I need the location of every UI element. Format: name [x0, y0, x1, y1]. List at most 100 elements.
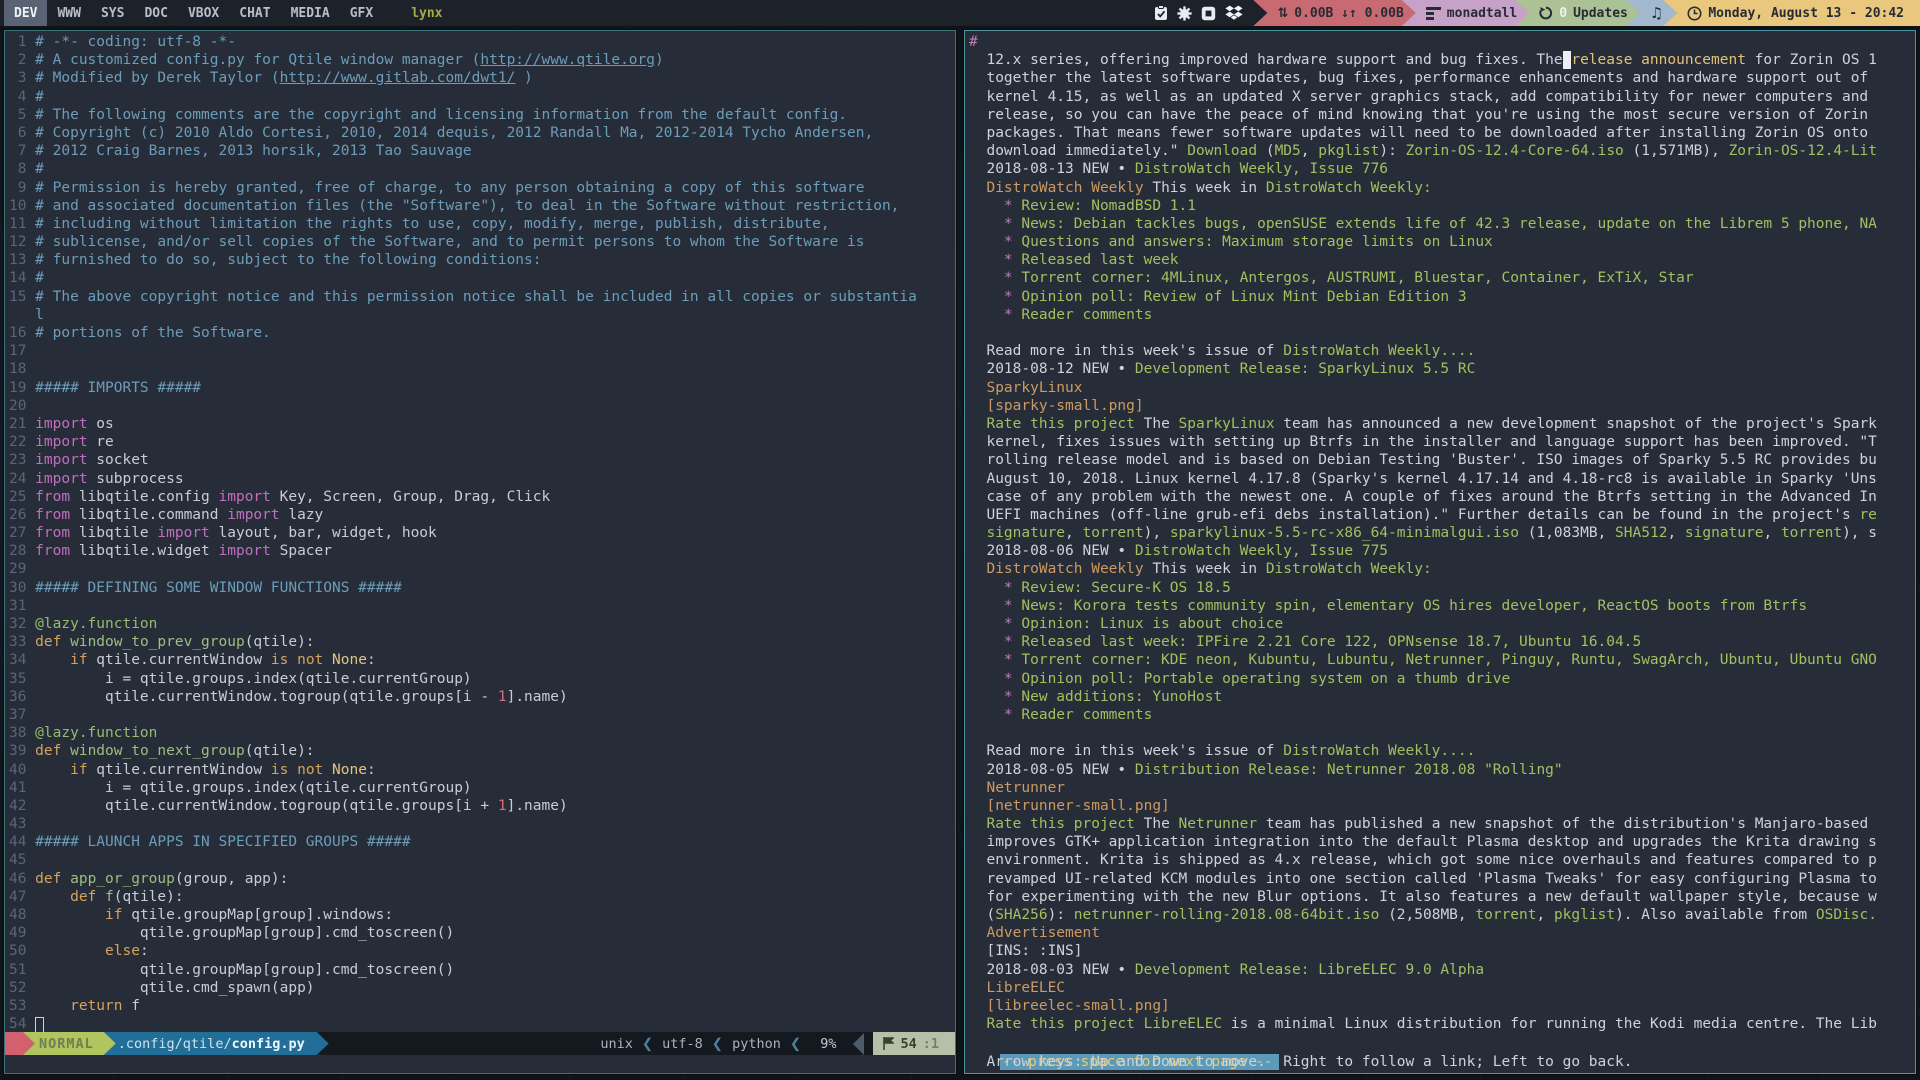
workspace-gfx[interactable]: GFX	[340, 0, 383, 26]
browser-link[interactable]: re	[1859, 507, 1876, 523]
browser-link[interactable]: Rate this project	[969, 416, 1135, 432]
browser-text: [netrunner-small.png]	[969, 798, 1170, 814]
browser-link[interactable]: Development Release: LibreELEC 9.0 Alpha	[1135, 962, 1484, 978]
browser-link[interactable]: DistroWatch Weekly, Issue 775	[1135, 543, 1388, 559]
browser-link[interactable]: Released last week	[1013, 252, 1179, 268]
line-number: 30	[9, 579, 26, 597]
workspace-doc[interactable]: DOC	[134, 0, 177, 26]
browser-link[interactable]: Questions and answers: Maximum storage l…	[1013, 234, 1493, 250]
browser-text: *	[1004, 216, 1013, 232]
browser-selected-link[interactable]: release announcement	[1571, 52, 1746, 68]
vim-window[interactable]: 1# -*- coding: utf-8 -*-2# A customized …	[4, 30, 956, 1074]
browser-link[interactable]: Netrunner	[1179, 816, 1258, 832]
screenshot-icon[interactable]	[1201, 6, 1216, 21]
browser-link[interactable]: New additions: YunoHost	[1013, 689, 1223, 705]
browser-link[interactable]: LibreELEC	[1144, 1016, 1223, 1032]
code-token: ].name)	[507, 798, 568, 814]
workspace-dev[interactable]: DEV	[4, 0, 47, 26]
code-line: 36 qtile.currentWindow.togroup(qtile.gro…	[5, 688, 955, 706]
code-token: from	[35, 489, 70, 505]
browser-link[interactable]: torrent	[1781, 525, 1842, 541]
browser-link[interactable]: Zorin-OS-12.4-Lit	[1729, 143, 1877, 159]
browser-link[interactable]: DistroWatch Weekly....	[1283, 343, 1475, 359]
browser-link[interactable]: DistroWatch Weekly, Issue 776	[1135, 161, 1388, 177]
browser-link[interactable]: torrent	[1475, 907, 1536, 923]
qtile-bar: DEVWWWSYSDOCVBOXCHATMEDIAGFX lynx ⇅ 0.00…	[0, 0, 1920, 26]
workspace-www[interactable]: WWW	[47, 0, 90, 26]
browser-link[interactable]: DistroWatch Weekly:	[1266, 180, 1432, 196]
browser-link[interactable]: Distribution Release: Netrunner 2018.08 …	[1135, 762, 1563, 778]
clipboard-icon[interactable]	[1154, 5, 1168, 21]
browser-link[interactable]: Opinion poll: Portable operating system …	[1013, 671, 1511, 687]
browser-link[interactable]: MD5	[1275, 143, 1301, 159]
code-token: # Permission is hereby granted, free of …	[35, 180, 864, 196]
dropbox-icon[interactable]	[1225, 5, 1243, 21]
browser-link[interactable]: Torrent corner: 4MLinux, Antergos, AUSTR…	[1013, 270, 1694, 286]
code-area: 1# -*- coding: utf-8 -*-2# A customized …	[5, 33, 955, 1033]
code-line: 46def app_or_group(group, app):	[5, 870, 955, 888]
browser-text: for experimenting with the new Blur opti…	[969, 889, 1877, 905]
browser-link[interactable]: Reader comments	[1013, 707, 1153, 723]
workspace-list: DEVWWWSYSDOCVBOXCHATMEDIAGFX	[0, 0, 383, 26]
lynx-window[interactable]: # 12.x series, offering improved hardwar…	[964, 30, 1916, 1074]
code-line: 7# 2012 Craig Barnes, 2013 horsik, 2013 …	[5, 142, 955, 160]
line-number: 47	[9, 888, 26, 906]
browser-link[interactable]: OSDisc.	[1816, 907, 1877, 923]
focused-window-label: lynx	[411, 0, 442, 26]
browser-link[interactable]: SHA256	[995, 907, 1047, 923]
browser-link[interactable]: DistroWatch Weekly....	[1283, 743, 1475, 759]
browser-link[interactable]: Opinion: Linux is about choice	[1013, 616, 1284, 632]
code-line: 3# Modified by Derek Taylor (http://www.…	[5, 69, 955, 87]
browser-text: case of any problem with the newest one.…	[969, 489, 1877, 505]
browser-line: DistroWatch Weekly This week in DistroWa…	[965, 560, 1915, 578]
browser-link[interactable]: netrunner-rolling-2018.08-64bit.iso	[1074, 907, 1380, 923]
browser-line: for experimenting with the new Blur opti…	[965, 888, 1915, 906]
browser-link[interactable]: Review: NomadBSD 1.1	[1013, 198, 1196, 214]
workspace-media[interactable]: MEDIA	[281, 0, 340, 26]
updates-widget[interactable]: 0 Updates	[1515, 0, 1640, 26]
browser-link[interactable]: pkglist	[1318, 143, 1379, 159]
browser-link[interactable]: sparkylinux-5.5-rc-x86_64-minimalgui.iso	[1170, 525, 1519, 541]
bar-widgets: ⇅ 0.00B ↓↑ 0.00B monadtall 0 Updates ♫ M…	[1148, 0, 1920, 26]
workspace-vbox[interactable]: VBOX	[178, 0, 229, 26]
line-number: 9	[9, 179, 26, 197]
code-line: 47 def f(qtile):	[5, 888, 955, 906]
browser-text: ),	[1144, 525, 1170, 541]
browser-link[interactable]: Opinion poll: Review of Linux Mint Debia…	[1013, 289, 1467, 305]
browser-text	[969, 270, 1004, 286]
browser-link[interactable]: News: Debian tackles bugs, openSUSE exte…	[1013, 216, 1877, 232]
browser-link[interactable]: Rate this project	[969, 816, 1135, 832]
browser-link[interactable]: Released last week: IPFire 2.21 Core 122…	[1013, 634, 1642, 650]
browser-link[interactable]: News: Korora tests community spin, eleme…	[1013, 598, 1807, 614]
gear-icon[interactable]	[1177, 6, 1192, 21]
code-token: qtile.currentWindow.togroup(qtile.groups…	[35, 798, 498, 814]
browser-link[interactable]: Rate this project	[969, 1016, 1135, 1032]
clock-icon	[1687, 6, 1702, 21]
workspace-sys[interactable]: SYS	[91, 0, 134, 26]
lynx-statusbar: -- press space for next page --	[965, 1034, 1279, 1052]
browser-line: 2018-08-03 NEW • Development Release: Li…	[965, 961, 1915, 979]
code-line: 27from libqtile import layout, bar, widg…	[5, 524, 955, 542]
layout-widget[interactable]: monadtall	[1402, 0, 1529, 26]
line-number: 23	[9, 451, 26, 469]
line-number: 10	[9, 197, 26, 215]
browser-link[interactable]: signature	[969, 525, 1065, 541]
browser-text: This week in	[1144, 180, 1266, 196]
browser-link[interactable]: Zorin-OS-12.4-Core-64.iso	[1406, 143, 1624, 159]
browser-line: revamped UI-related KCM modules into one…	[965, 870, 1915, 888]
line-number: 42	[9, 797, 26, 815]
browser-link[interactable]: DistroWatch Weekly:	[1266, 561, 1432, 577]
browser-link[interactable]: Torrent corner: KDE neon, Kubuntu, Lubun…	[1013, 652, 1877, 668]
browser-link[interactable]: pkglist	[1554, 907, 1615, 923]
browser-link[interactable]: Reader comments	[1013, 307, 1153, 323]
browser-link[interactable]: signature	[1685, 525, 1764, 541]
file-name: config.py	[232, 1036, 305, 1052]
browser-link[interactable]: torrent	[1083, 525, 1144, 541]
browser-link[interactable]: Development Release: SparkyLinux 5.5 RC	[1135, 361, 1475, 377]
browser-link[interactable]: Download	[1187, 143, 1257, 159]
workspace-chat[interactable]: CHAT	[229, 0, 280, 26]
browser-link[interactable]: SparkyLinux	[1179, 416, 1275, 432]
statusline-info: unix ❮ utf-8 ❮ python ❮ 9% 54:1	[600, 1032, 955, 1055]
browser-link[interactable]: Review: Secure-K OS 18.5	[1013, 580, 1231, 596]
browser-link[interactable]: SHA512	[1615, 525, 1667, 541]
